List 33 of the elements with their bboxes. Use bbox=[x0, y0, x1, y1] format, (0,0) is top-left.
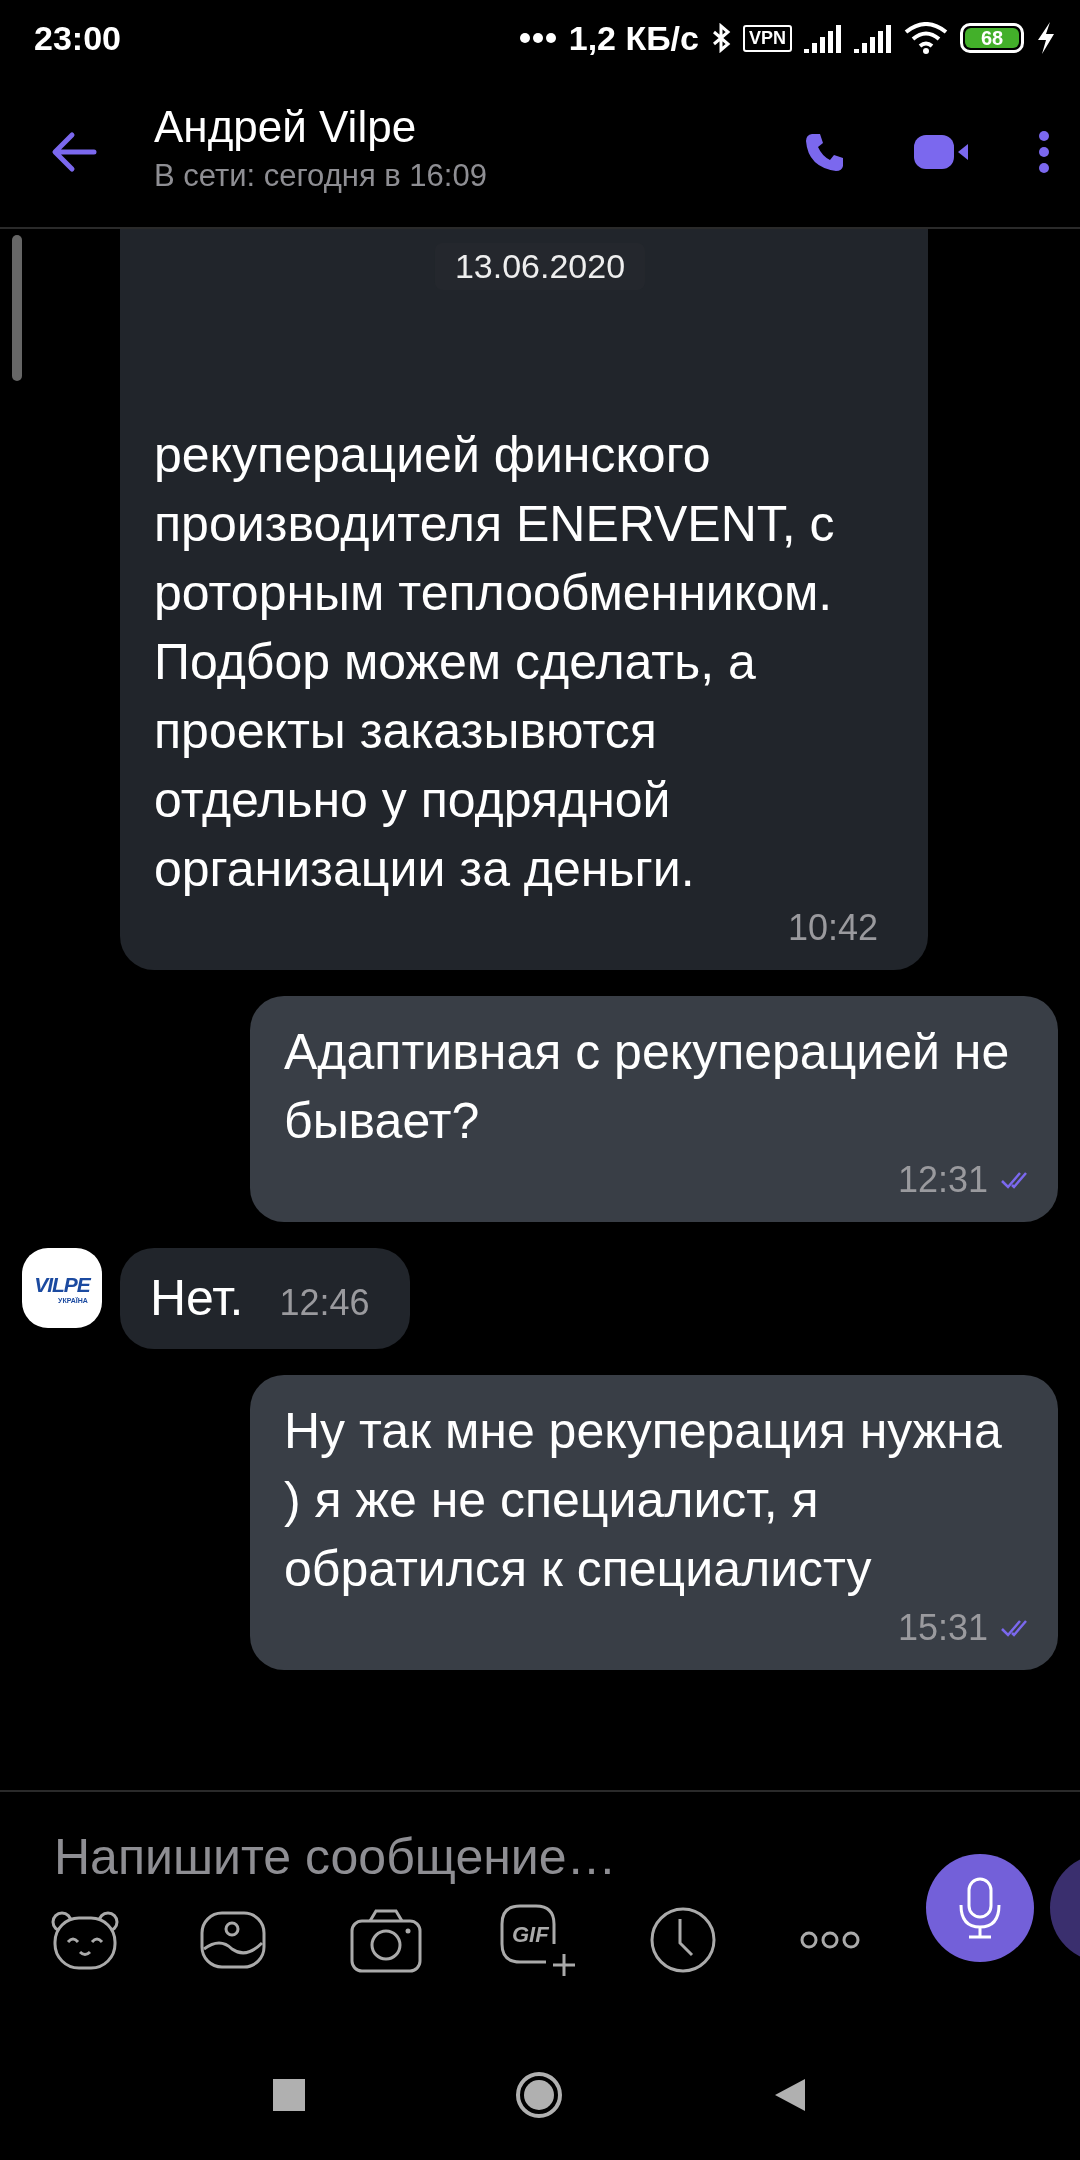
message-text: Ну так мне рекуперация нужна ) я же не специалист, я обратился к специалисту bbox=[284, 1402, 1003, 1599]
network-speed: 1,2 КБ/с bbox=[568, 18, 699, 58]
message-input-field[interactable]: Напишите сообщение… bbox=[54, 1828, 854, 1886]
last-seen-status: В сети: сегодня в 16:09 bbox=[154, 157, 488, 194]
message-text: рекуперацией финского производителя ENERVENT, с роторным теплообменником. Подбор можем сделать, а проекты заказывются отдельно у подрядной организации за деньги. bbox=[154, 426, 836, 899]
signal-icon bbox=[804, 23, 842, 53]
gallery-icon[interactable] bbox=[200, 1909, 266, 1971]
message-time: 10:42 bbox=[787, 906, 878, 950]
sticker-bear-icon[interactable] bbox=[50, 1910, 120, 1970]
wifi-icon bbox=[904, 22, 948, 54]
menu-icon[interactable] bbox=[1038, 129, 1050, 174]
message-text: Нет. bbox=[150, 1269, 244, 1328]
message-time: 12:31 bbox=[897, 1158, 988, 1202]
gif-label: GIF bbox=[512, 1922, 549, 1948]
back-nav-icon[interactable] bbox=[773, 2077, 807, 2113]
camera-icon[interactable] bbox=[350, 1907, 422, 1973]
gif-add-icon bbox=[500, 1904, 578, 1976]
message-text: Адаптивная с рекуперацией не бывает? bbox=[284, 1023, 1011, 1151]
status-time: 23:00 bbox=[34, 18, 121, 58]
message-time: 12:46 bbox=[279, 1281, 370, 1325]
home-icon[interactable] bbox=[515, 2071, 563, 2119]
signal-icon bbox=[854, 23, 892, 53]
logo-brand: VILPE bbox=[34, 1272, 90, 1297]
contact-name: Андрей Vilpe bbox=[154, 101, 418, 152]
gif-button[interactable]: GIF bbox=[500, 1904, 578, 1976]
battery-level: 68 bbox=[965, 28, 1019, 48]
microphone-icon bbox=[957, 1877, 1003, 1939]
message-time: 15:31 bbox=[897, 1606, 988, 1650]
more-icon[interactable] bbox=[800, 1931, 860, 1949]
bluetooth-icon bbox=[711, 23, 731, 53]
back-icon[interactable] bbox=[50, 129, 98, 174]
clock-icon[interactable] bbox=[650, 1907, 716, 1973]
vpn-badge: VPN bbox=[743, 24, 792, 52]
